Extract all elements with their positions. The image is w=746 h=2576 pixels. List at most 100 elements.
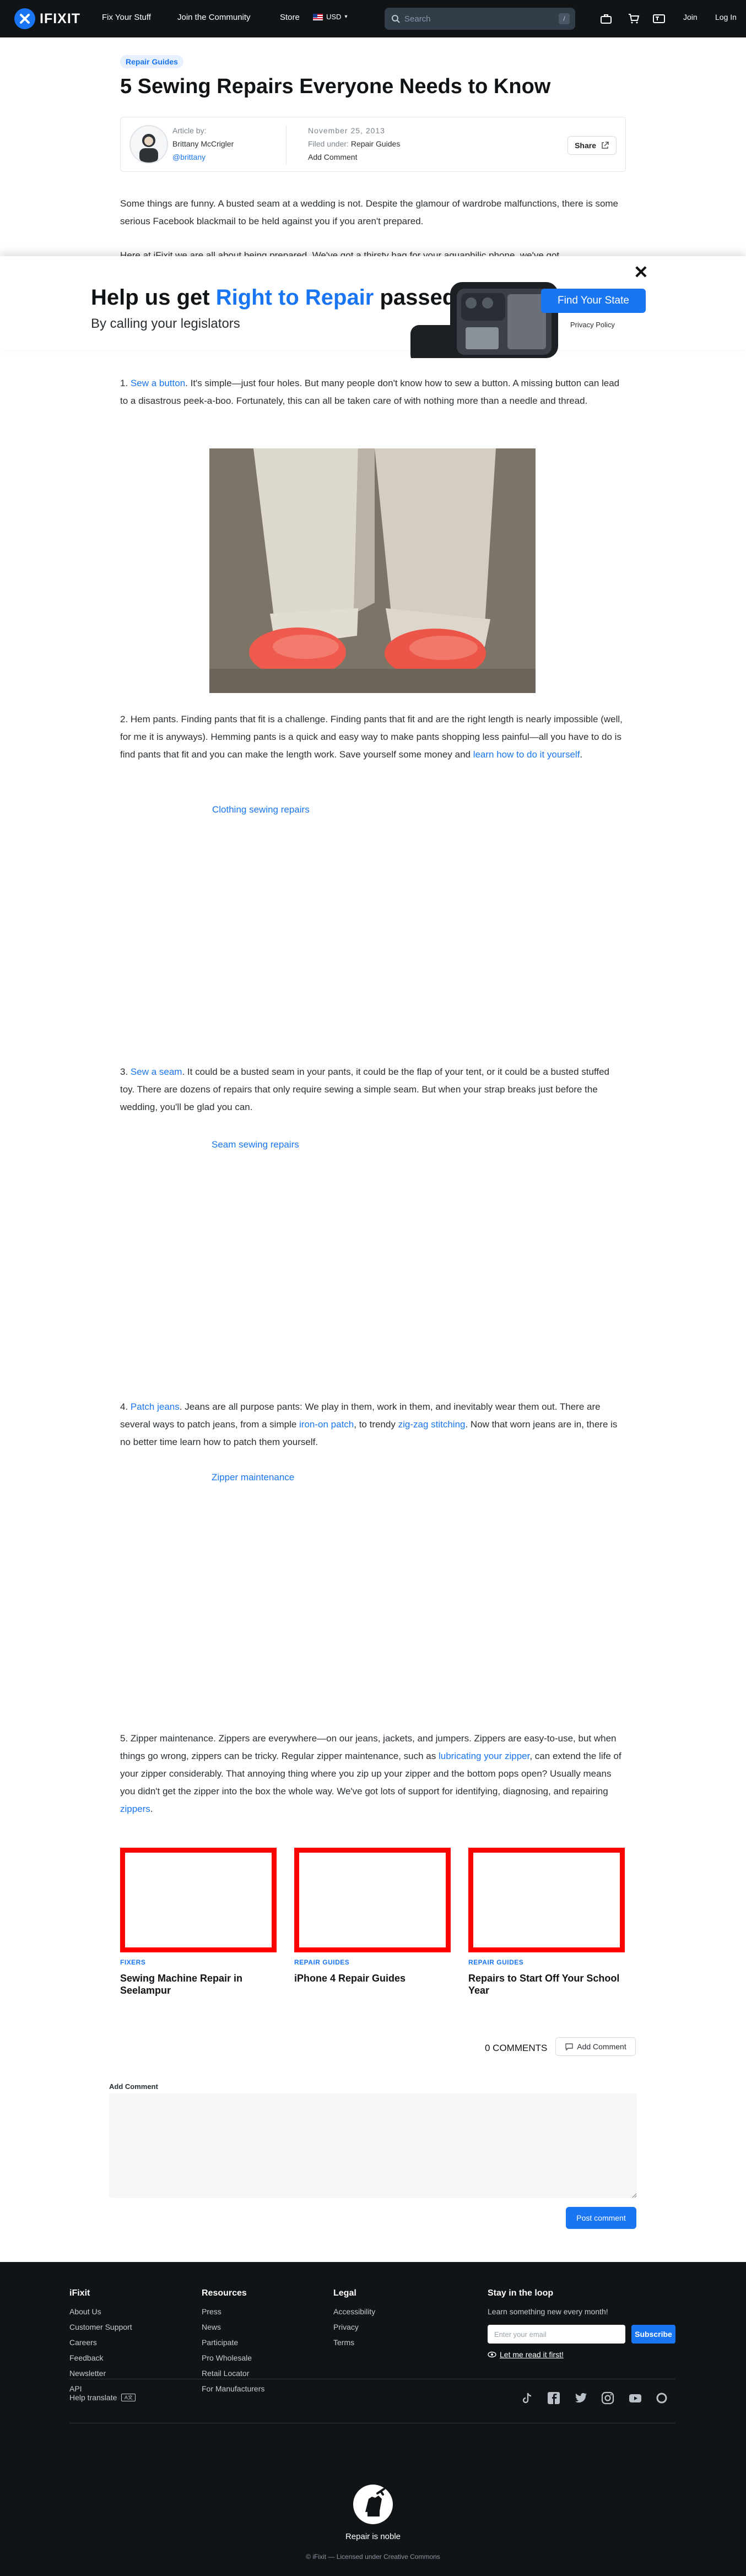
iron-on-patch-link[interactable]: iron-on patch [299, 1419, 354, 1430]
hem-pants-link[interactable]: learn how to do it yourself [473, 749, 580, 760]
banner-heading-highlight: Right to Repair [215, 285, 374, 310]
related-card-title[interactable]: Repairs to Start Off Your School Year [468, 1972, 625, 1996]
banner-subheading: By calling your legislators [91, 316, 240, 331]
lubricating-zipper-link[interactable]: lubricating your zipper [439, 1751, 529, 1761]
author-name[interactable]: Brittany McCrigler [172, 139, 234, 148]
help-translate-label: Help translate [69, 2393, 117, 2402]
related-card-image[interactable] [294, 1848, 451, 1952]
post-comment-button[interactable]: Post comment [566, 2207, 636, 2229]
footer-link[interactable]: Customer Support [69, 2323, 132, 2331]
article-by-label: Article by: [172, 126, 207, 135]
add-comment-label: Add Comment [577, 2042, 626, 2051]
footer-license[interactable]: © iFixit — Licensed under Creative Commo… [0, 2553, 746, 2561]
zippers-link[interactable]: zippers [120, 1804, 150, 1814]
toolbox-icon[interactable] [599, 12, 613, 25]
zig-zag-stitching-link[interactable]: zig-zag stitching [398, 1419, 466, 1430]
footer-link[interactable]: Press [202, 2307, 221, 2316]
page-title: 5 Sewing Repairs Everyone Needs to Know [120, 75, 551, 98]
footer-link[interactable]: About Us [69, 2307, 101, 2316]
footer-link[interactable]: Careers [69, 2338, 97, 2347]
section-3-paragraph: 3. Sew a seam. It could be a busted seam… [120, 1063, 626, 1116]
nav-fix-your-stuff[interactable]: Fix Your Stuff [102, 13, 151, 22]
author-handle[interactable]: @brittany [172, 153, 206, 161]
subscribe-button[interactable]: Subscribe [631, 2325, 675, 2344]
cart-icon[interactable] [627, 12, 640, 25]
region-label: USD [326, 13, 342, 21]
youtube-icon[interactable] [628, 2391, 642, 2405]
comment-icon [565, 2043, 573, 2051]
intro-paragraph: Some things are funny. A busted seam at … [120, 198, 619, 226]
section-2-end: . [580, 749, 583, 760]
related-card-image[interactable] [468, 1848, 625, 1952]
region-selector[interactable]: USD ▾ [313, 13, 347, 21]
pants-shoes-photo [209, 448, 536, 693]
section-4-paragraph: 4. Patch jeans. Jeans are all purpose pa… [120, 1398, 626, 1451]
zipper-maintenance-link[interactable]: Zipper maintenance [212, 1472, 294, 1483]
footer-link[interactable]: Feedback [69, 2353, 103, 2362]
filed-under-link[interactable]: Repair Guides [351, 139, 401, 148]
nav-join-community[interactable]: Join the Community [177, 13, 251, 22]
sew-a-seam-link[interactable]: Sew a seam [131, 1067, 182, 1077]
footer-link[interactable]: Pro Wholesale [202, 2353, 252, 2362]
logo-text: IFIXIT [40, 10, 81, 26]
footer-link[interactable]: API [69, 2384, 82, 2393]
footer-col-title: Legal [333, 2288, 356, 2298]
footer-link[interactable]: For Manufacturers [202, 2384, 264, 2393]
social-ring-icon[interactable] [655, 2391, 669, 2405]
join-link[interactable]: Join [683, 13, 698, 21]
footer-link[interactable]: Participate [202, 2338, 238, 2347]
email-field[interactable]: Enter your email [488, 2325, 625, 2344]
privacy-policy-link[interactable]: Privacy Policy [570, 321, 615, 329]
add-comment-button[interactable]: Add Comment [555, 2037, 636, 2056]
search-shortcut: / [559, 13, 570, 24]
add-comment-link[interactable]: Add Comment [308, 153, 357, 161]
sew-a-button-link[interactable]: Sew a button [131, 378, 185, 388]
related-card-title[interactable]: Sewing Machine Repair in Seelampur [120, 1972, 277, 1996]
close-icon[interactable]: ✕ [634, 263, 648, 281]
related-card-title[interactable]: iPhone 4 Repair Guides [294, 1972, 451, 1984]
comment-textarea[interactable] [109, 2093, 637, 2198]
filed-under-label: Filed under: [308, 139, 349, 148]
facebook-icon[interactable] [547, 2391, 561, 2405]
instagram-icon[interactable] [601, 2391, 615, 2405]
tiktok-icon[interactable] [520, 2391, 534, 2405]
external-share-icon [602, 142, 609, 149]
comment-form-label: Add Comment [109, 2082, 158, 2091]
section-4-number: 4. [120, 1401, 131, 1412]
patch-jeans-link[interactable]: Patch jeans [131, 1401, 180, 1412]
search-input[interactable]: Search / [385, 8, 575, 30]
nav-store[interactable]: Store [280, 13, 300, 22]
section-3-text: . It could be a busted seam in your pant… [120, 1067, 610, 1112]
share-button[interactable]: Share [567, 136, 617, 155]
category-badge[interactable]: Repair Guides [120, 55, 183, 68]
footer-link[interactable]: News [202, 2323, 221, 2331]
find-your-state-button[interactable]: Find Your State [541, 289, 646, 313]
share-label: Share [575, 141, 596, 150]
footer-link[interactable]: Accessibility [333, 2307, 375, 2316]
clothing-sewing-repairs-link[interactable]: Clothing sewing repairs [212, 804, 310, 815]
section-5-paragraph: 5. Zipper maintenance. Zippers are every… [120, 1730, 626, 1818]
seam-sewing-repairs-link[interactable]: Seam sewing repairs [212, 1139, 299, 1150]
related-card-image[interactable] [120, 1848, 277, 1952]
help-translate-link[interactable]: Help translate A文 [69, 2393, 136, 2402]
footer-col-title: Resources [202, 2288, 247, 2298]
language-icon[interactable] [652, 12, 666, 25]
newsletter-text: Learn something new every month! [488, 2307, 608, 2316]
read-first-label: Let me read it first! [500, 2350, 564, 2359]
twitter-icon[interactable] [574, 2391, 588, 2405]
footer-link[interactable]: Privacy [333, 2323, 359, 2331]
ifixit-logo[interactable]: IFIXIT [14, 8, 80, 29]
publish-date: November 25, 2013 [308, 126, 385, 135]
banner-heading-prefix: Help us get [91, 285, 216, 310]
avatar [129, 125, 168, 164]
translate-icon: A文 [121, 2394, 136, 2401]
eye-icon [488, 2351, 496, 2358]
login-link[interactable]: Log In [715, 13, 737, 21]
section-3-number: 3. [120, 1067, 131, 1077]
author-card: Article by: Brittany McCrigler @brittany… [120, 117, 626, 172]
footer-link[interactable]: Newsletter [69, 2369, 106, 2378]
section-1-paragraph: 1. Sew a button. It's simple—just four h… [120, 375, 626, 410]
footer-link[interactable]: Terms [333, 2338, 354, 2347]
footer-link[interactable]: Retail Locator [202, 2369, 249, 2378]
read-first-link[interactable]: Let me read it first! [488, 2350, 564, 2359]
